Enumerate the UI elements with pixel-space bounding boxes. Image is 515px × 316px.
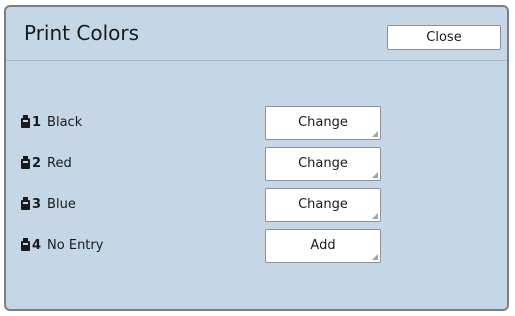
- slot-number: 4: [32, 238, 42, 253]
- button-label: Change: [298, 197, 348, 212]
- close-button[interactable]: Close: [387, 25, 501, 50]
- color-slot-3-label: 3 Blue: [21, 195, 76, 215]
- color-slot-1-label: 1 Black: [21, 113, 82, 133]
- color-slot-2-label: 2 Red: [21, 154, 72, 174]
- corner-indicator-icon: [372, 131, 378, 137]
- color-name: Blue: [47, 197, 76, 212]
- change-blue-button[interactable]: Change: [265, 188, 381, 222]
- color-name: Black: [47, 115, 83, 130]
- ink-cartridge-icon: [21, 238, 30, 251]
- print-colors-panel: Print Colors Close 1 Black Change 2 Red Ch…: [4, 5, 509, 311]
- corner-indicator-icon: [372, 213, 378, 219]
- change-black-button[interactable]: Change: [265, 106, 381, 140]
- slot-number: 2: [32, 156, 42, 171]
- corner-indicator-icon: [372, 172, 378, 178]
- color-slot-4-label: 4 No Entry: [21, 236, 103, 256]
- page-title: Print Colors: [24, 21, 139, 45]
- slot-number: 3: [32, 197, 42, 212]
- ink-cartridge-icon: [21, 156, 30, 169]
- corner-indicator-icon: [372, 254, 378, 260]
- ink-cartridge-icon: [21, 115, 30, 128]
- button-label: Change: [298, 115, 348, 130]
- color-name: No Entry: [47, 238, 104, 253]
- button-label: Change: [298, 156, 348, 171]
- slot-number: 1: [32, 115, 42, 130]
- color-name: Red: [47, 156, 72, 171]
- panel-header: Print Colors Close: [6, 7, 507, 61]
- ink-cartridge-icon: [21, 197, 30, 210]
- button-label: Add: [310, 238, 336, 253]
- add-color-button[interactable]: Add: [265, 229, 381, 263]
- change-red-button[interactable]: Change: [265, 147, 381, 181]
